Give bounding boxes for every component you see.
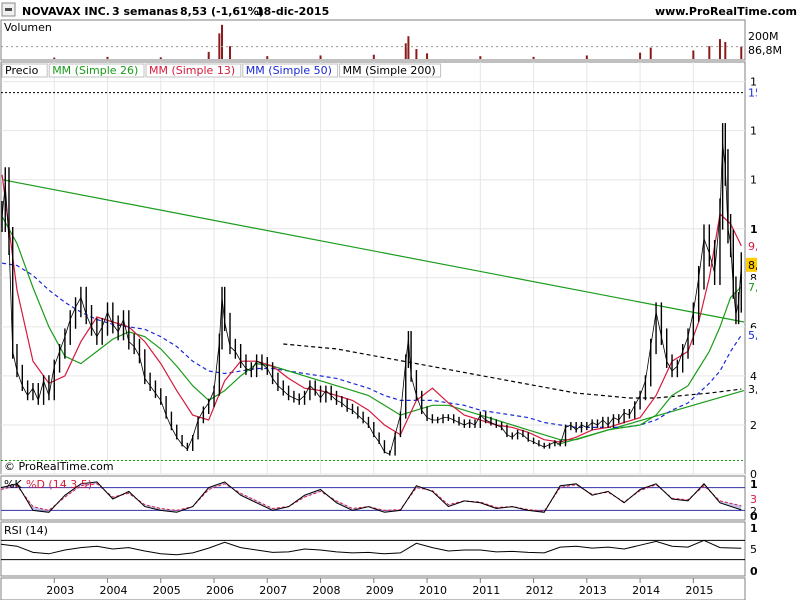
x-tick-label: 2009: [366, 584, 394, 597]
quote-date: 18-dic-2015: [256, 5, 329, 18]
volume-bar: [415, 49, 418, 59]
x-tick-label: 2003: [46, 584, 74, 597]
volume-bar: [221, 24, 224, 59]
stoch-title-k: %K: [4, 478, 22, 491]
last-quote: 8,53 (-1,61%): [180, 5, 264, 18]
legend-item: Precio: [5, 64, 39, 77]
volume-bar: [407, 36, 410, 59]
volume-bar: [426, 53, 429, 59]
x-tick-label: 2006: [206, 584, 234, 597]
x-axis: 2003 2004 2005 2006 2007 2008 2009 2010 2011 2012…: [0, 577, 746, 600]
x-tick-label: 2015: [685, 584, 713, 597]
y-tick-label: 4: [750, 370, 757, 383]
stochastic-panel: %K %D (14 3 5) 100 0 31,995 21,233: [0, 475, 789, 523]
volume-title: Volumen: [4, 21, 52, 34]
volume-panel: Volumen 200M 86,8M: [0, 19, 782, 61]
x-tick-label: 2008: [313, 584, 341, 597]
volume-bar: [319, 55, 322, 59]
volume-bar: [585, 55, 588, 59]
price-panel: Precio MM (Simple 26) MM (Simple 13) MM (Si…: [0, 61, 787, 481]
timeframe: 3 semanas: [112, 5, 179, 18]
site-url[interactable]: www.ProRealTime.com: [655, 5, 797, 18]
x-tick-label: 2005: [153, 584, 181, 597]
volume-bar: [372, 54, 375, 59]
y-tick-label: 2: [750, 419, 757, 432]
rsi-title: RSI (14): [4, 524, 48, 537]
volume-bar: [724, 41, 727, 59]
volume-bar: [207, 51, 210, 59]
x-tick-label: 2010: [419, 584, 447, 597]
x-tick-label: 2012: [526, 584, 554, 597]
volume-bar: [53, 57, 56, 59]
symbol-name: NOVAVAX INC.: [22, 5, 110, 18]
volume-bar: [692, 50, 695, 59]
legend-item: MM (Simple 50): [246, 64, 332, 77]
legend-item: MM (Simple 200): [343, 64, 436, 77]
rsi-tick-bottom: 0: [750, 565, 758, 578]
x-tick-label: 2014: [632, 584, 660, 597]
volume-bar: [708, 46, 711, 59]
volume-bar: [266, 56, 269, 59]
window-button[interactable]: [1, 2, 16, 17]
rsi-panel: RSI (14) 100 53,568 0: [0, 521, 789, 578]
volume-bar: [718, 39, 721, 59]
vertical-scrollbar[interactable]: [757, 62, 797, 578]
stoch-title-d: %D (14 3 5): [26, 478, 92, 491]
volume-bar: [740, 46, 743, 59]
volume-bar: [218, 33, 221, 59]
x-tick-label: 2004: [100, 584, 128, 597]
volume-last-value: 86,8M: [748, 44, 782, 57]
volume-bar: [229, 46, 232, 59]
volume-bar: [159, 57, 162, 59]
price-legend: Precio MM (Simple 26) MM (Simple 13) MM (Si…: [1, 63, 442, 78]
volume-bar: [479, 56, 482, 59]
x-tick-label: 2011: [472, 584, 500, 597]
volume-bar: [106, 56, 109, 59]
volume-bar: [649, 47, 652, 59]
copyright: © ProRealTime.com: [4, 460, 114, 473]
x-tick-label: 2013: [579, 584, 607, 597]
x-tick-label: 2007: [259, 584, 287, 597]
volume-bar: [639, 52, 642, 59]
legend-item: MM (Simple 13): [149, 64, 235, 77]
volume-bar: [532, 56, 535, 59]
volume-bar: [404, 43, 407, 59]
chart-canvas: NOVAVAX INC. 3 semanas 8,53 (-1,61%) 18-…: [0, 0, 800, 600]
legend-item: MM (Simple 26): [52, 64, 138, 77]
volume-tick-top: 200M: [748, 30, 779, 43]
